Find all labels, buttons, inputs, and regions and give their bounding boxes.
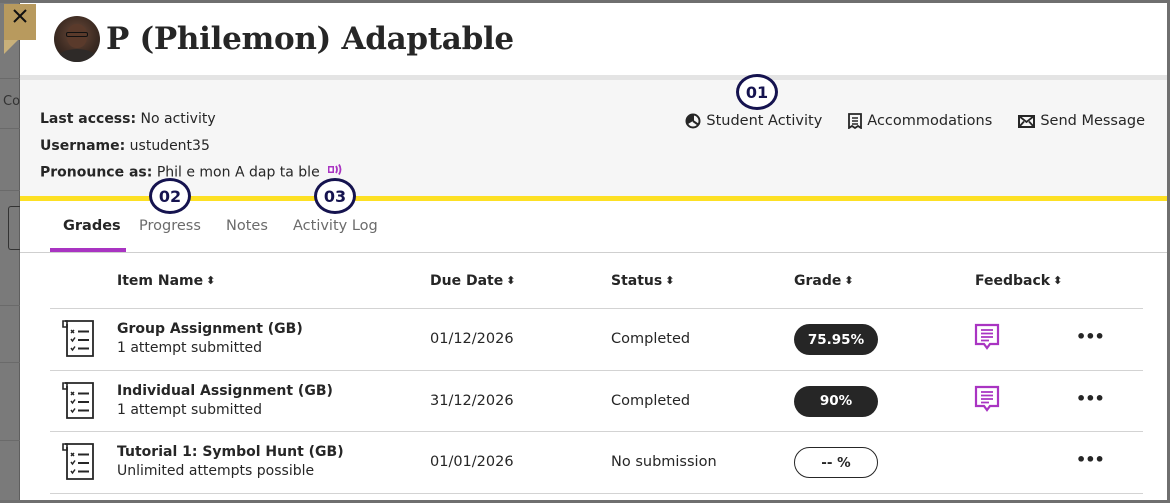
- tab-bar: Grades Progress Notes Activity Log: [20, 201, 1167, 253]
- assignment-checklist-icon: [59, 441, 97, 485]
- sort-icon: ⬍: [206, 274, 216, 287]
- item-name-link[interactable]: Tutorial 1: Symbol Hunt (GB): [117, 444, 344, 460]
- background-divider: [0, 440, 20, 441]
- pronounce-value: Phil e mon A dap ta ble: [156, 164, 320, 181]
- pronounce-label: Pronounce as:: [40, 164, 153, 181]
- action-bar: Student Activity Accommodations Send Mes…: [685, 113, 1145, 129]
- sort-icon: ⬍: [844, 274, 854, 287]
- column-header-grade[interactable]: Grade ⬍: [794, 273, 854, 289]
- accommodations-button[interactable]: Accommodations: [848, 113, 992, 129]
- column-header-item-name[interactable]: Item Name ⬍: [117, 273, 215, 289]
- close-icon: [13, 9, 27, 23]
- send-message-button[interactable]: Send Message: [1018, 113, 1145, 129]
- table-row: Group Assignment (GB) 1 attempt submitted…: [50, 309, 1143, 371]
- background-decoration: [4, 40, 18, 54]
- last-access-row: Last access: No activity: [40, 106, 344, 133]
- sort-icon: ⬍: [506, 274, 516, 287]
- column-header-due-date[interactable]: Due Date ⬍: [430, 273, 515, 289]
- student-info: Last access: No activity Username: ustud…: [20, 75, 1167, 196]
- envelope-icon: [1018, 114, 1036, 128]
- username-value: ustudent35: [129, 137, 210, 154]
- item-name-link[interactable]: Group Assignment (GB): [117, 321, 303, 337]
- pie-chart-icon: [685, 113, 701, 129]
- username-row: Username: ustudent35: [40, 133, 344, 160]
- panel-header: P (Philemon) Adaptable: [20, 3, 1167, 75]
- table-row: Tutorial 1: Symbol Hunt (GB) Unlimited at…: [50, 432, 1143, 494]
- status: No submission: [611, 454, 717, 470]
- due-date: 01/12/2026: [430, 331, 514, 347]
- grade-pill[interactable]: -- %: [794, 447, 878, 478]
- sort-icon: ⬍: [1053, 274, 1063, 287]
- document-list-icon: [848, 113, 863, 129]
- feedback-icon[interactable]: [974, 323, 1000, 355]
- sort-icon: ⬍: [665, 274, 675, 287]
- last-access-value: No activity: [140, 111, 216, 127]
- column-header-feedback[interactable]: Feedback ⬍: [975, 273, 1062, 289]
- item-name-link[interactable]: Individual Assignment (GB): [117, 383, 333, 399]
- avatar: [54, 16, 100, 62]
- tab-progress[interactable]: Progress: [139, 218, 201, 234]
- tab-grades[interactable]: Grades: [63, 218, 121, 234]
- background-page: Co: [0, 0, 22, 503]
- assignment-checklist-icon: [59, 380, 97, 424]
- grade-pill[interactable]: 75.95%: [794, 324, 878, 355]
- due-date: 31/12/2026: [430, 392, 514, 409]
- more-options-button[interactable]: •••: [1076, 389, 1105, 408]
- status: Completed: [611, 331, 691, 347]
- item-attempts: 1 attempt submitted: [117, 340, 263, 356]
- due-date: 01/01/2026: [430, 454, 514, 470]
- grades-table: Item Name ⬍ Due Date ⬍ Status ⬍ Grade ⬍ Feed…: [50, 253, 1143, 494]
- callout-badge-01: 01: [736, 74, 778, 110]
- table-header: Item Name ⬍ Due Date ⬍ Status ⬍ Grade ⬍ Feed…: [50, 253, 1143, 309]
- send-message-label: Send Message: [1040, 113, 1145, 129]
- username-label: Username:: [40, 137, 126, 154]
- tab-notes[interactable]: Notes: [226, 218, 268, 234]
- student-activity-label: Student Activity: [706, 113, 823, 129]
- callout-badge-02: 02: [149, 178, 191, 214]
- background-divider: [0, 190, 20, 191]
- table-row: Individual Assignment (GB) 1 attempt subm…: [50, 371, 1143, 432]
- item-attempts: 1 attempt submitted: [117, 401, 263, 418]
- background-divider: [0, 78, 20, 79]
- last-access-label: Last access:: [40, 111, 137, 127]
- more-options-button[interactable]: •••: [1076, 327, 1105, 346]
- grade-pill[interactable]: 90%: [794, 385, 878, 417]
- accommodations-label: Accommodations: [867, 113, 993, 129]
- more-options-button[interactable]: •••: [1076, 450, 1105, 469]
- student-detail-panel: P (Philemon) Adaptable Last access: No a…: [20, 3, 1167, 500]
- background-divider: [0, 128, 20, 129]
- tab-activity-log[interactable]: Activity Log: [293, 218, 378, 234]
- student-activity-button[interactable]: Student Activity: [685, 113, 822, 129]
- item-attempts: Unlimited attempts possible: [117, 463, 315, 479]
- callout-badge-03: 03: [314, 178, 356, 214]
- status: Completed: [611, 392, 691, 409]
- pronounce-row: Pronounce as: Phil e mon A dap ta ble: [40, 159, 344, 186]
- background-divider: [0, 362, 20, 363]
- page-title: P (Philemon) Adaptable: [106, 21, 514, 57]
- close-button[interactable]: [4, 4, 36, 40]
- background-text: Co: [3, 94, 21, 109]
- active-tab-indicator: [50, 248, 126, 252]
- assignment-checklist-icon: [59, 318, 97, 362]
- feedback-icon[interactable]: [974, 385, 1000, 417]
- column-header-status[interactable]: Status ⬍: [611, 273, 674, 289]
- background-divider: [0, 305, 20, 306]
